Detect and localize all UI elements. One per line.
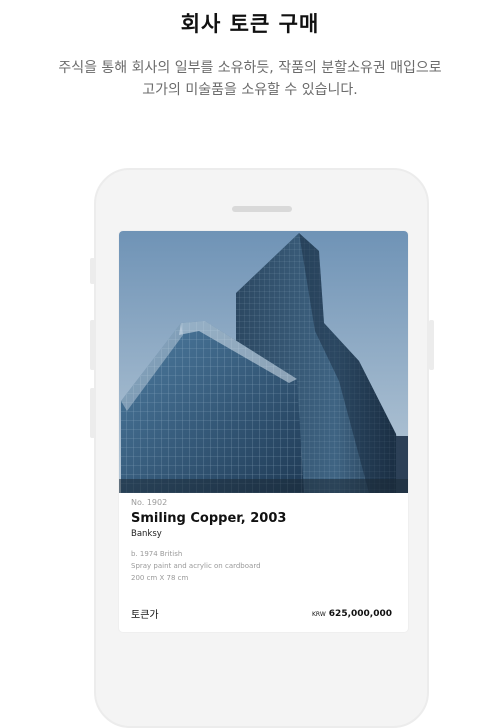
- price-row: 토큰가 KRW 625,000,000: [131, 606, 392, 622]
- phone-speaker: [232, 206, 292, 212]
- page-title: 회사 토큰 구매: [180, 12, 320, 36]
- phone-side-button-bottom: [90, 388, 95, 438]
- artwork-title: Smiling Copper, 2003: [131, 511, 287, 526]
- currency-code: KRW: [312, 610, 326, 618]
- artwork-card[interactable]: No. 1902 Smiling Copper, 2003 Banksy b. …: [119, 231, 408, 632]
- token-price: KRW 625,000,000: [312, 609, 392, 619]
- subtitle-line-1: 주식을 통해 회사의 일부를 소유하듯, 작품의 분할소유권 매입으로: [58, 60, 442, 76]
- token-price-label: 토큰가: [131, 610, 159, 621]
- phone-power-button: [429, 320, 434, 370]
- artist-bio: b. 1974 British: [131, 550, 183, 558]
- price-value: 625,000,000: [328, 608, 392, 619]
- artwork-details: b. 1974 British Spray paint and acrylic …: [131, 548, 396, 584]
- artwork-info: No. 1902 Smiling Copper, 2003 Banksy b. …: [131, 498, 396, 584]
- artwork-medium: Spray paint and acrylic on cardboard: [131, 562, 261, 570]
- page-subtitle: 주식을 통해 회사의 일부를 소유하듯, 작품의 분할소유권 매입으로 고가의 …: [20, 57, 480, 101]
- phone-side-button-middle: [90, 320, 95, 370]
- lot-number: No. 1902: [131, 498, 168, 507]
- artist-name: Banksy: [131, 529, 162, 539]
- phone-side-button-top: [90, 258, 95, 284]
- artwork-dimensions: 200 cm X 78 cm: [131, 574, 189, 582]
- subtitle-line-2: 고가의 미술품을 소유할 수 있습니다.: [142, 82, 358, 98]
- artwork-image: [119, 231, 408, 493]
